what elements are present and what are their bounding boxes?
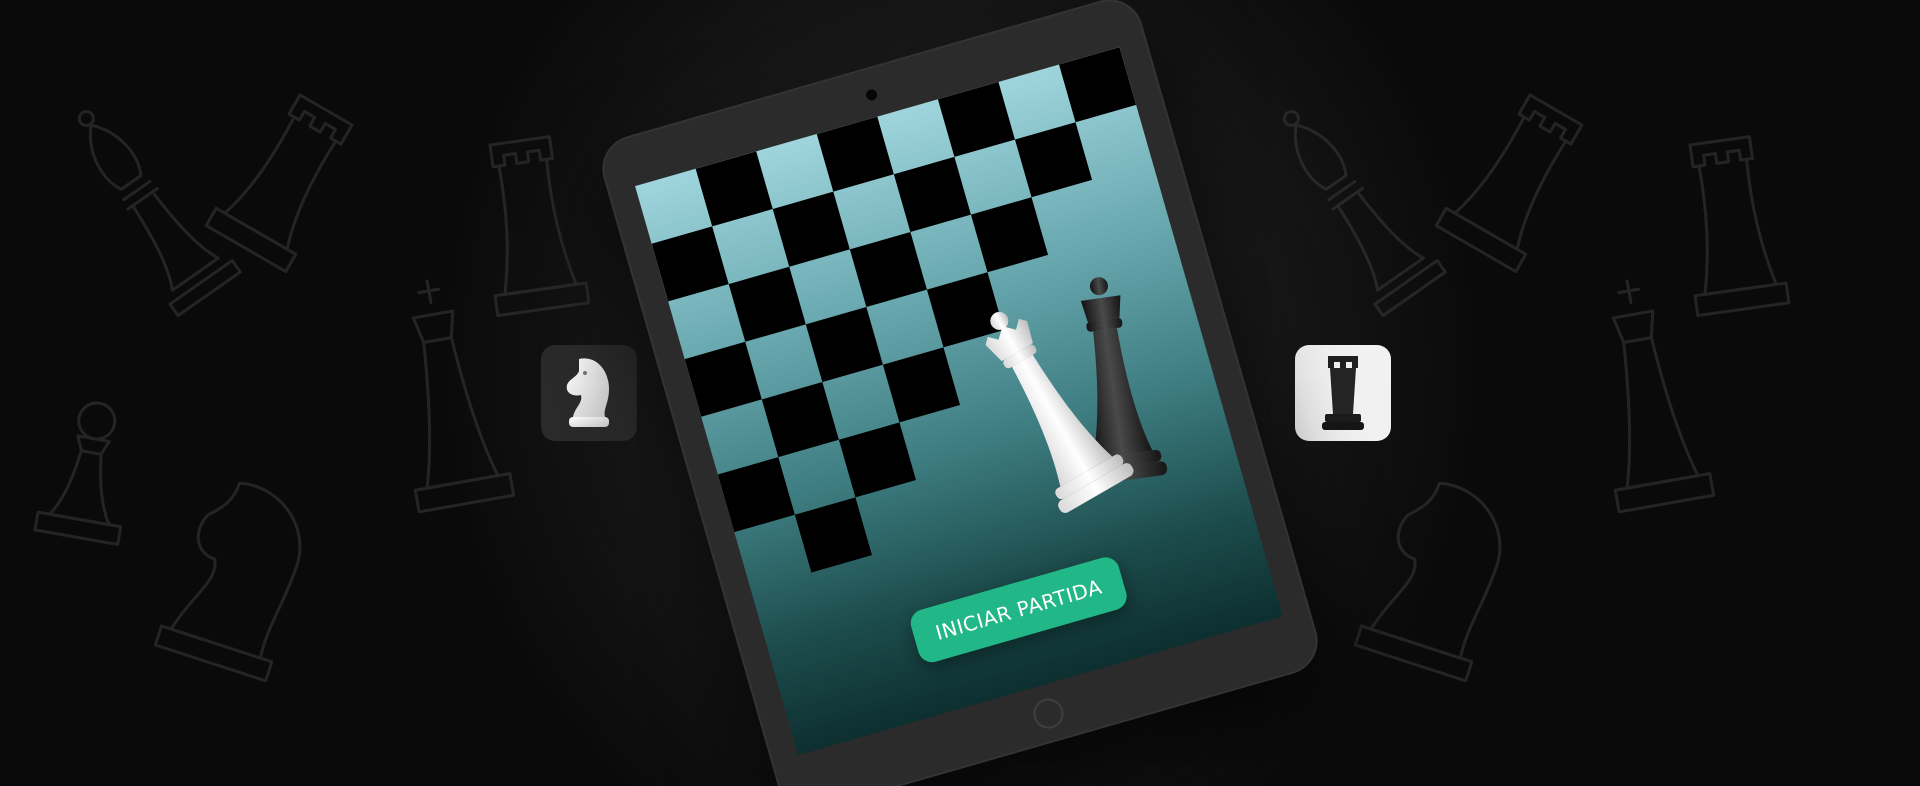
bg-knight-outline-icon xyxy=(1353,481,1502,683)
bg-rook-outline-icon xyxy=(1688,135,1791,318)
black-rook-icon xyxy=(1322,356,1364,430)
white-knight-icon xyxy=(566,358,609,427)
board-square-dark xyxy=(772,191,850,267)
bg-rook-outline-icon xyxy=(1434,93,1584,274)
bg-king-outline-icon xyxy=(1611,279,1716,514)
board-square-dark xyxy=(794,497,872,573)
bg-bishop-outline-icon xyxy=(1282,110,1447,318)
bg-knight-outline-icon xyxy=(153,481,302,683)
white-knight-tile[interactable] xyxy=(541,345,637,441)
stage: INICIAR PARTIDA xyxy=(0,0,1920,786)
board-square-dark xyxy=(937,81,1015,157)
board-square-dark xyxy=(1058,47,1137,123)
bg-pawn-outline-icon xyxy=(33,401,123,546)
board-square-dark xyxy=(816,116,894,192)
board-square-dark xyxy=(695,151,773,227)
board-square-dark xyxy=(684,341,762,417)
board-square-dark xyxy=(651,226,729,302)
board-square-dark xyxy=(805,307,883,383)
start-game-button[interactable]: INICIAR PARTIDA xyxy=(907,554,1130,666)
bg-rook-outline-icon xyxy=(488,135,591,318)
board-square-dark xyxy=(1014,122,1093,198)
board-square-dark xyxy=(761,382,839,458)
board-square-dark xyxy=(717,457,795,533)
home-button[interactable] xyxy=(1029,695,1068,733)
board-square-dark xyxy=(893,156,971,232)
board-square-dark xyxy=(728,266,806,342)
board-square-dark xyxy=(970,197,1049,273)
board-square-dark xyxy=(838,422,916,498)
board-square-dark xyxy=(849,231,927,308)
bg-rook-outline-icon xyxy=(204,93,354,274)
bg-king-outline-icon xyxy=(411,279,516,514)
camera-icon xyxy=(864,88,879,102)
bg-bishop-outline-icon xyxy=(77,110,242,318)
black-rook-tile[interactable] xyxy=(1295,345,1391,441)
